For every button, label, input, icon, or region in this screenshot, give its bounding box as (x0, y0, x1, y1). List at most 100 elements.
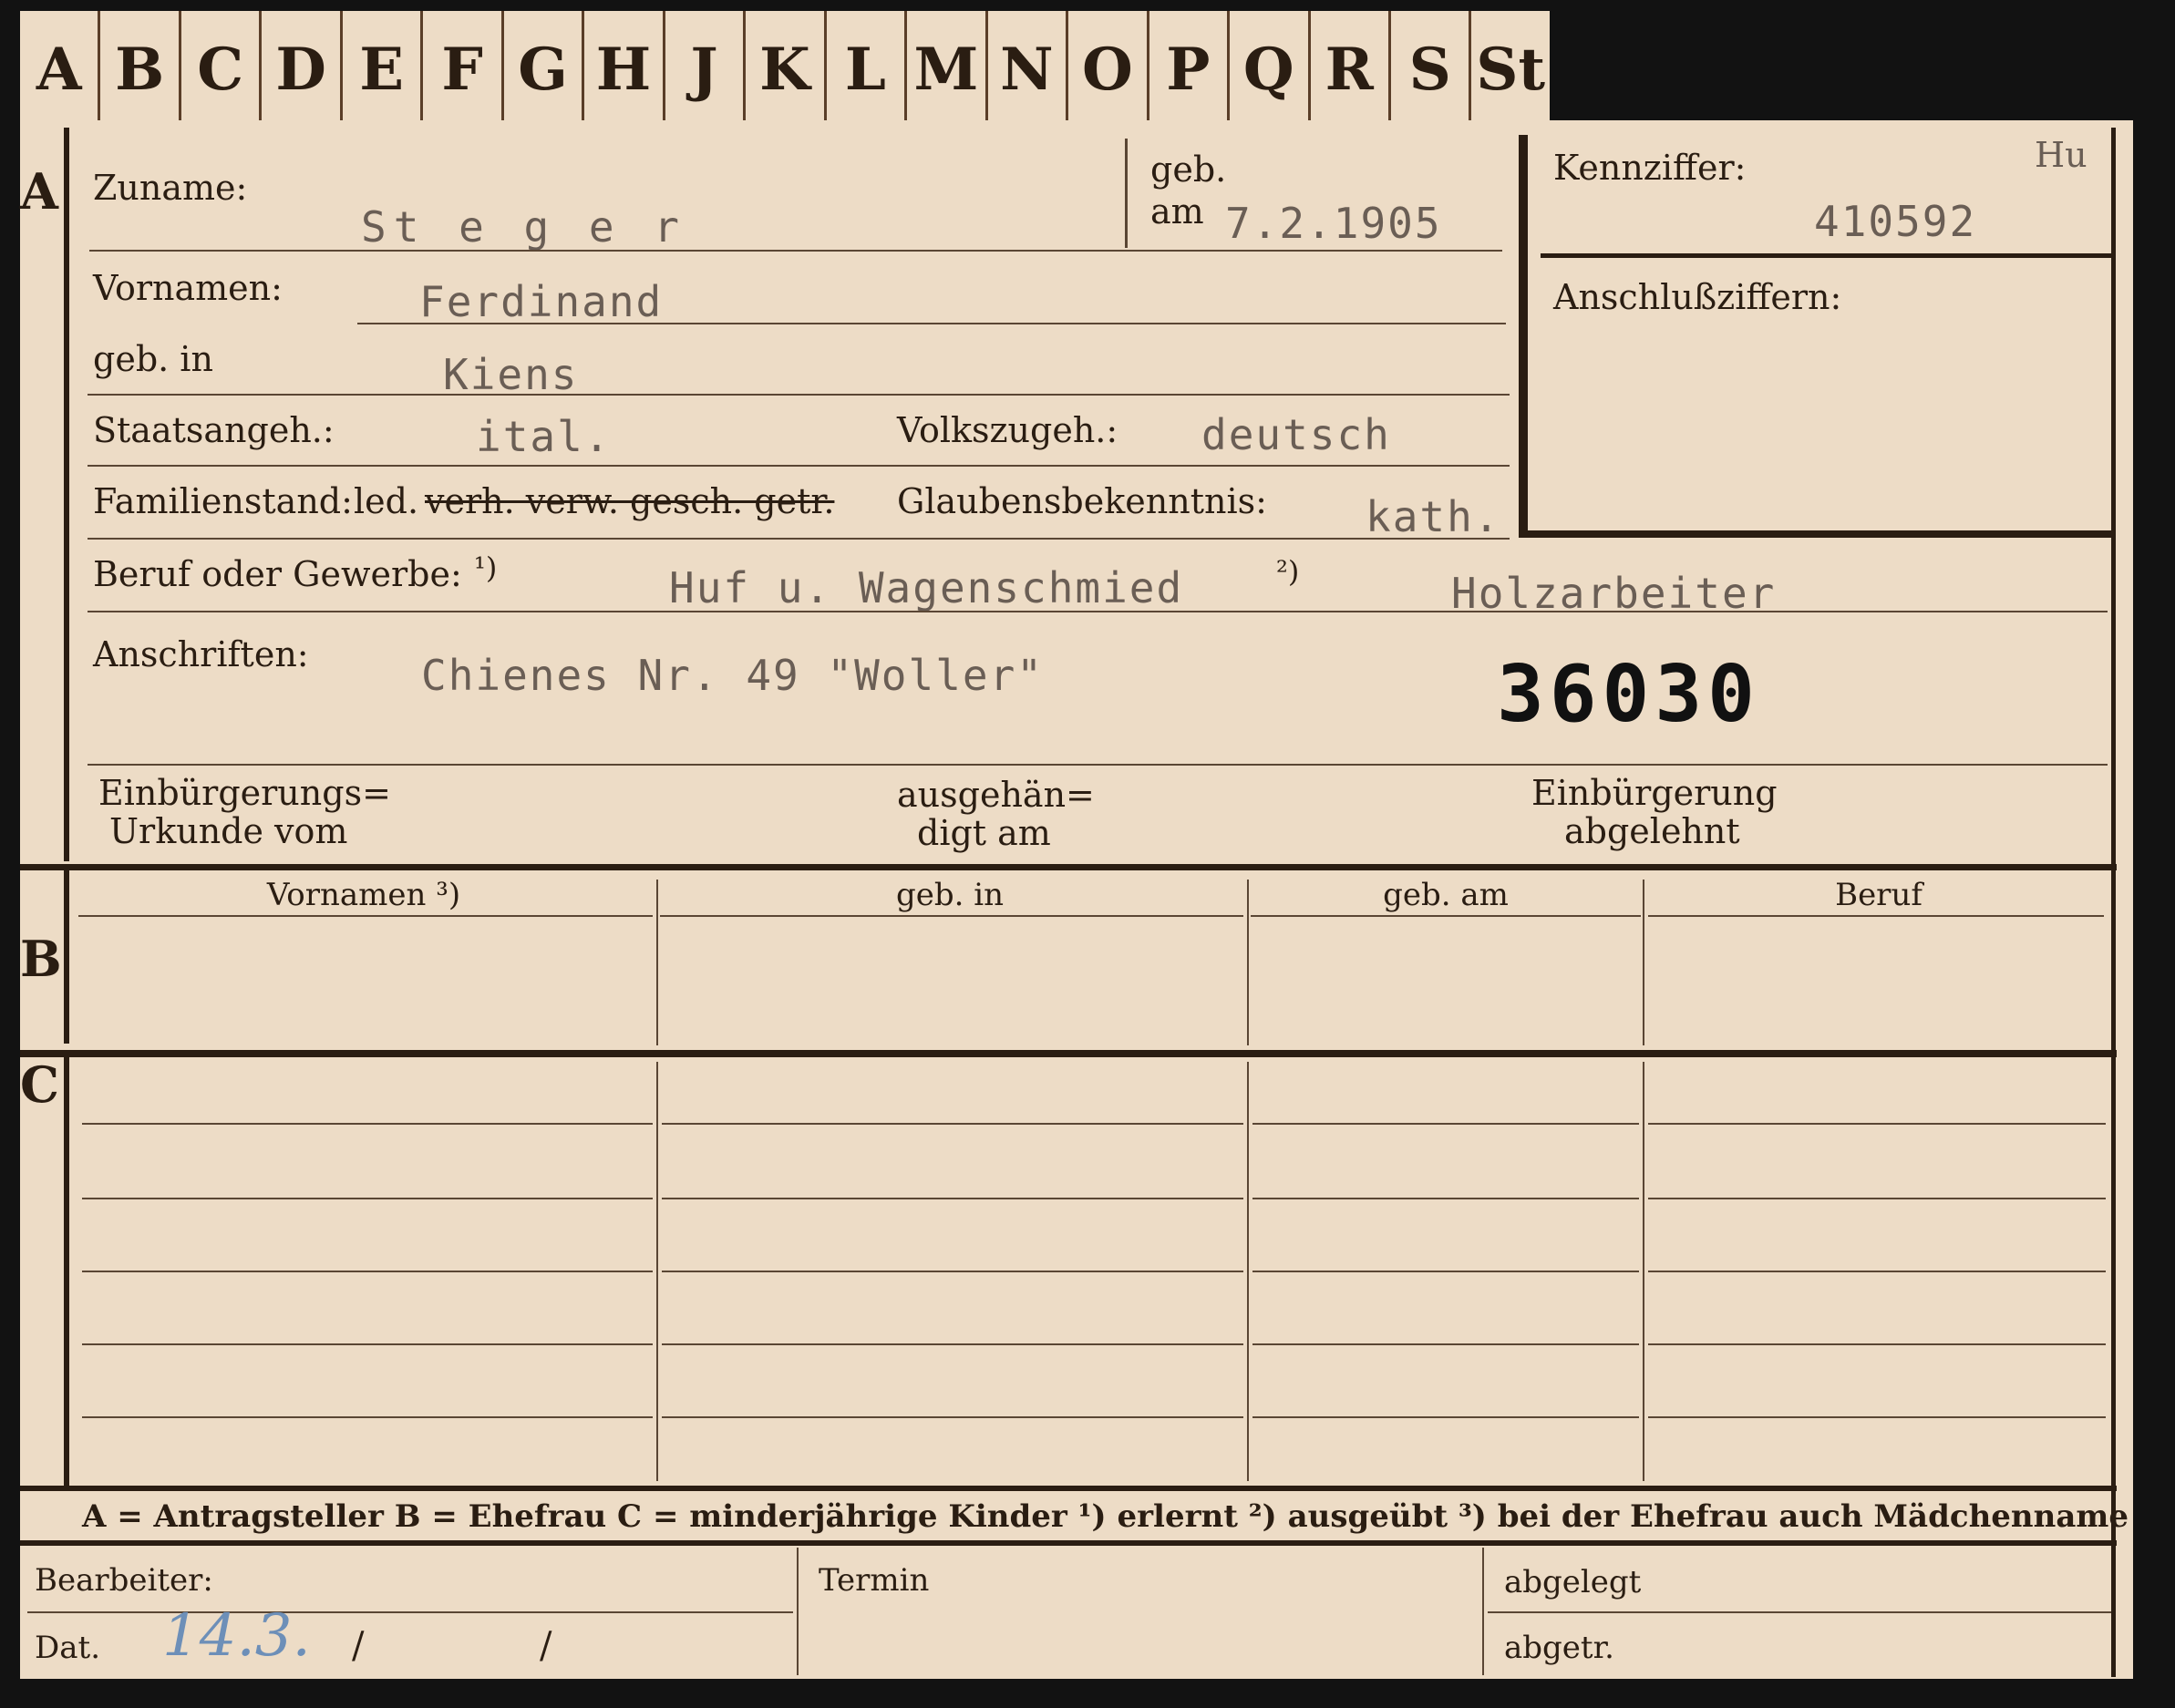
einbuergerungs-urkunde-label-2: Urkunde vom (109, 811, 348, 851)
tab-letter-6: G (504, 11, 585, 128)
ausgehaendigt-label-1: ausgehän= (897, 775, 1095, 815)
alphabet-tab-strip: A B C D E F G H J K L M N O P Q R S St (20, 11, 1550, 128)
right-box-left-border (1519, 135, 1528, 536)
anschriften-value: Chienes Nr. 49 "Woller" (421, 651, 1044, 700)
dat-slash-2: / (540, 1625, 552, 1667)
geb-in-label: geb. in (93, 339, 213, 379)
divider-legend-bottom (20, 1540, 2117, 1546)
footnote-1-marker: ¹) (474, 550, 498, 585)
section-c-row-line (82, 1416, 653, 1418)
familienstand-label: Familienstand: (93, 481, 353, 521)
volkszugeh-label: Volkszugeh.: (897, 410, 1118, 450)
dat-slash-1: / (352, 1625, 365, 1667)
dat-handwritten-value: 14.3. (162, 1602, 311, 1670)
tab-letter-2: C (181, 11, 263, 128)
einbuergerung-abgelehnt-label-2: abgelehnt (1564, 811, 1740, 851)
geb-am-value: 7.2.1905 (1225, 199, 1442, 248)
big-stamp-number: 36030 (1497, 649, 1760, 740)
tab-letter-5: F (423, 11, 504, 128)
col-sep-c-1 (656, 1062, 658, 1481)
volkszugeh-value: deutsch (1201, 410, 1391, 459)
tab-letter-14: P (1149, 11, 1231, 128)
tab-letter-0: A (20, 11, 101, 128)
einbuergerung-abgelehnt-label-1: Einbürgerung (1531, 773, 1778, 813)
col-sep-c-3 (1643, 1062, 1644, 1481)
section-label-a: A (20, 162, 58, 221)
col-sep-b-1 (656, 880, 658, 1045)
geb-in-value: Kiens (443, 350, 579, 399)
section-c-row-line (1648, 1271, 2106, 1272)
abgetragen-label: abgetr. (1504, 1630, 1614, 1666)
header-underline-1 (78, 915, 653, 917)
anschlussziffern-label: Anschlußziffern: (1553, 277, 1842, 317)
einbuergerungs-urkunde-label-1: Einbürgerungs= (98, 773, 391, 813)
am-label: am (1150, 191, 1204, 232)
header-underline-3 (1251, 915, 1641, 917)
col-header-geb-in: geb. in (895, 877, 1005, 913)
divider-b-c (20, 1050, 2117, 1057)
section-label-c: C (20, 1055, 59, 1114)
section-c-row-line (662, 1416, 1243, 1418)
beruf-label: Beruf oder Gewerbe: (93, 554, 462, 594)
staatsangeh-label: Staatsangeh.: (93, 410, 335, 450)
ausgehaendigt-label-2: digt am (917, 813, 1051, 853)
dat-label: Dat. (35, 1630, 101, 1666)
section-c-row-line (82, 1343, 653, 1345)
tab-letter-15: Q (1230, 11, 1311, 128)
zuname-value: St e g e r (361, 202, 686, 252)
anschriften-line (88, 764, 2108, 766)
termin-label: Termin (819, 1562, 930, 1599)
beruf-line (88, 611, 2108, 612)
col-sep-c-2 (1247, 1062, 1249, 1481)
bottom-sep-2 (1482, 1548, 1484, 1675)
bearbeiter-label: Bearbeiter: (35, 1562, 213, 1599)
glaubensbekenntnis-label: Glaubensbekenntnis: (897, 481, 1267, 521)
familienstand-option-led: led. (354, 481, 419, 521)
section-c-row-line (1252, 1416, 1639, 1418)
zuname-line (89, 250, 1502, 252)
tab-letter-16: R (1311, 11, 1391, 128)
section-c-row-line (82, 1271, 653, 1272)
divider-a-b (20, 864, 2117, 870)
section-c-row-line (1252, 1123, 1639, 1125)
bottom-sep-1 (797, 1548, 799, 1675)
tab-letter-18: St (1476, 35, 1546, 104)
bearbeiter-line (27, 1611, 793, 1613)
familienstand-line (88, 538, 1510, 540)
section-a-left-border (64, 128, 69, 861)
geb-in-line (88, 394, 1510, 396)
tab-letter-13: O (1068, 11, 1149, 128)
right-box-bottom-border (1519, 530, 2113, 538)
section-c-row-line (82, 1123, 653, 1125)
section-c-row-line (662, 1343, 1243, 1345)
glaubensbekenntnis-value: kath. (1366, 492, 1501, 541)
col-header-vornamen: Vornamen ³) (266, 877, 461, 913)
tab-letter-8: J (665, 11, 747, 128)
section-c-row-line (1252, 1198, 1639, 1199)
tab-letter-10: L (827, 11, 908, 128)
col-sep-b-3 (1643, 880, 1644, 1045)
footnote-2-marker: ²) (1276, 554, 1300, 589)
tab-letter-3: D (262, 11, 343, 128)
section-label-b: B (20, 930, 62, 988)
tab-letter-12: N (988, 11, 1069, 128)
kennziffer-label: Kennziffer: (1553, 148, 1747, 188)
zuname-label: Zuname: (93, 168, 248, 208)
kennziffer-value: 410592 (1814, 197, 1977, 246)
abgelegt-line (1488, 1611, 2111, 1613)
col-sep-b-2 (1247, 880, 1249, 1045)
section-c-row-line (1648, 1343, 2106, 1345)
tab-letter-17: S (1391, 11, 1472, 128)
tab-letter-11: M (907, 11, 988, 128)
section-b-left-border (64, 870, 69, 1044)
tab-letter-4: E (343, 11, 424, 128)
abgelegt-label: abgelegt (1504, 1564, 1642, 1600)
vornamen-label: Vornamen: (93, 268, 283, 308)
legend: A = Antragsteller B = Ehefrau C = minder… (82, 1498, 2129, 1535)
section-c-row-line (1648, 1123, 2106, 1125)
tab-letter-7: H (584, 11, 665, 128)
vornamen-value: Ferdinand (419, 277, 664, 326)
anschriften-label: Anschriften: (93, 634, 309, 674)
section-c-row-line (662, 1198, 1243, 1199)
divider-c-legend (20, 1486, 2117, 1491)
